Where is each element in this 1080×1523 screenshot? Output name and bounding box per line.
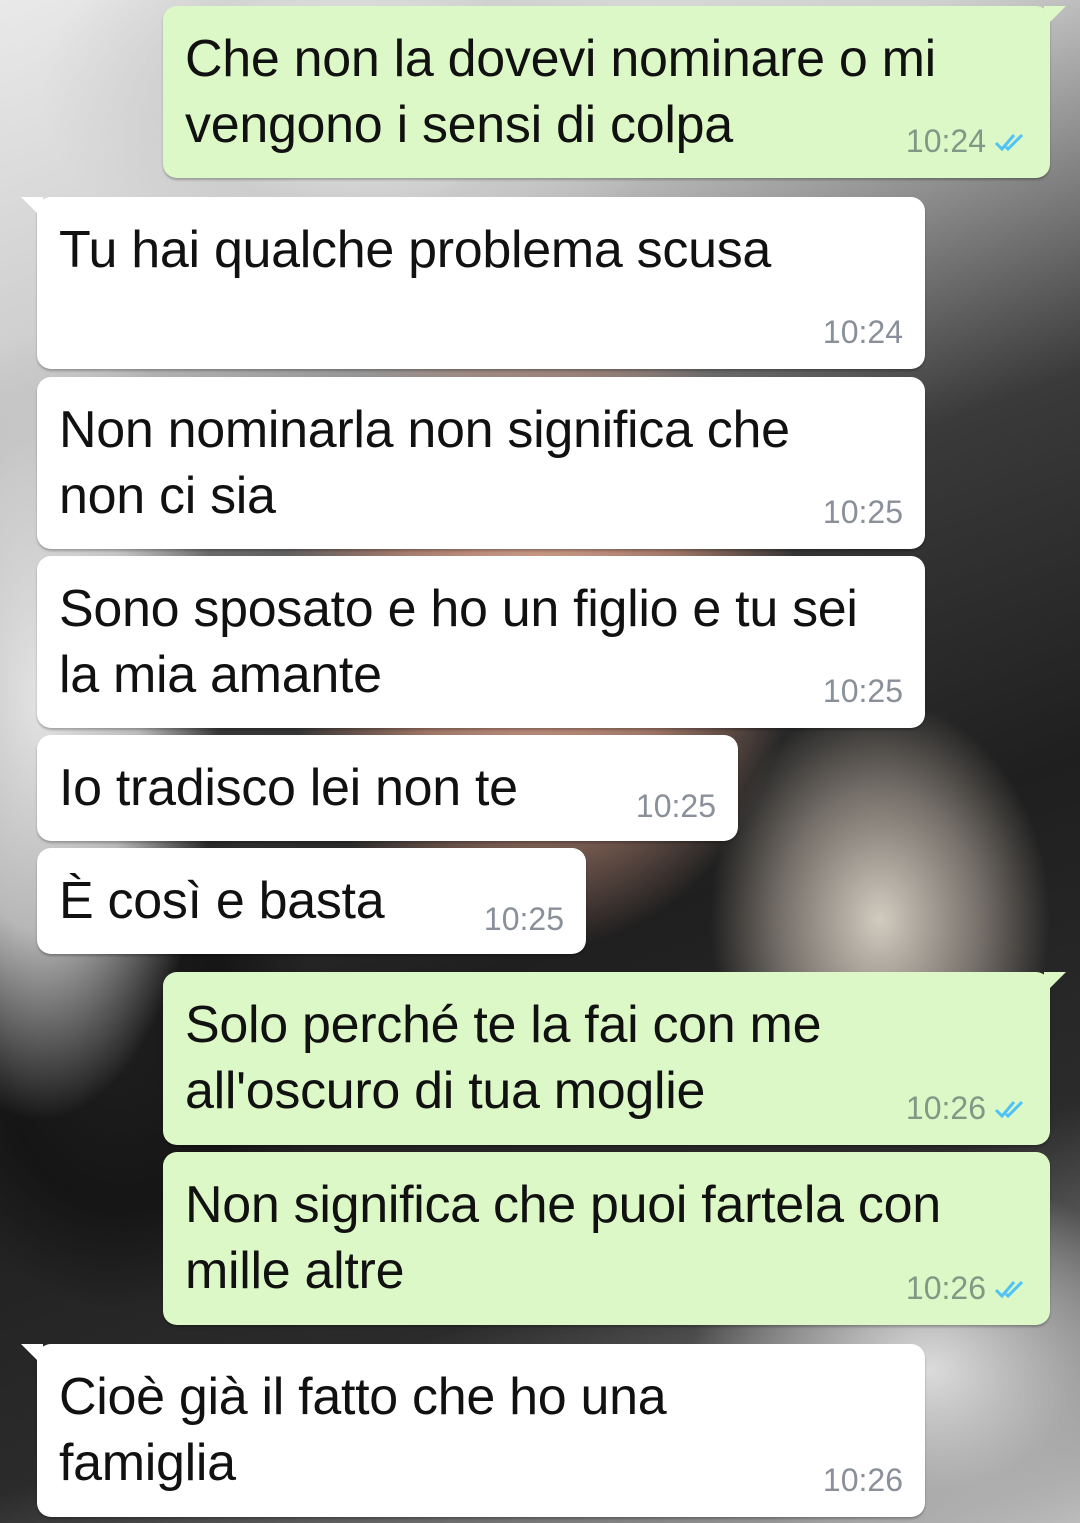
message-meta: 10:25 [823, 673, 903, 710]
read-ticks-icon [994, 1100, 1024, 1118]
message-bubble-outgoing[interactable]: Solo perché te la fai con me all'oscuro … [163, 972, 1066, 1145]
message-meta: 10:25 [636, 788, 716, 825]
message-meta: 10:24 [906, 123, 1028, 160]
message-time: 10:26 [905, 1270, 986, 1306]
message-time: 10:25 [822, 494, 903, 530]
message-time: 10:24 [822, 314, 903, 350]
message-bubble-incoming[interactable]: Sono sposato e ho un figlio e tu sei la … [37, 556, 925, 728]
message-bubble-incoming[interactable]: Io tradisco lei non te 10:25 [37, 735, 738, 841]
message-meta: 10:26 [906, 1270, 1028, 1307]
message-text: Solo perché te la fai con me all'oscuro … [185, 996, 822, 1120]
message-bubble-incoming[interactable]: Cioè già il fatto che ho una famiglia 10… [21, 1344, 925, 1517]
message-bubble-outgoing[interactable]: Che non la dovevi nominare o mi vengono … [163, 6, 1066, 178]
message-text: Cioè già il fatto che ho una famiglia [59, 1368, 667, 1492]
message-meta: 10:26 [823, 1462, 903, 1499]
message-time: 10:25 [822, 673, 903, 709]
message-text: Io tradisco lei non te [59, 759, 518, 817]
chat-message-list[interactable]: Che non la dovevi nominare o mi vengono … [0, 0, 1080, 1523]
message-bubble-incoming[interactable]: Tu hai qualche problema scusa 10:24 [21, 197, 925, 369]
read-ticks-icon [994, 1280, 1024, 1298]
message-text: Non significa che puoi fartela con mille… [185, 1176, 941, 1300]
message-text: Che non la dovevi nominare o mi vengono … [185, 30, 936, 154]
message-text: Tu hai qualche problema scusa [59, 221, 772, 279]
message-time: 10:26 [822, 1462, 903, 1498]
message-bubble-incoming[interactable]: È così e basta 10:25 [37, 848, 586, 954]
message-bubble-outgoing[interactable]: Non significa che puoi fartela con mille… [163, 1152, 1050, 1325]
message-bubble-incoming[interactable]: Non nominarla non significa che non ci s… [37, 377, 925, 549]
message-time: 10:25 [483, 901, 564, 937]
message-meta: 10:24 [823, 314, 903, 351]
message-meta: 10:25 [823, 494, 903, 531]
message-text: Non nominarla non significa che non ci s… [59, 401, 790, 525]
message-time: 10:25 [635, 788, 716, 824]
message-time: 10:24 [905, 123, 986, 159]
message-text: Sono sposato e ho un figlio e tu sei la … [59, 580, 858, 704]
message-meta: 10:26 [906, 1090, 1028, 1127]
message-time: 10:26 [905, 1090, 986, 1126]
read-ticks-icon [994, 133, 1024, 151]
message-meta: 10:25 [484, 901, 564, 938]
